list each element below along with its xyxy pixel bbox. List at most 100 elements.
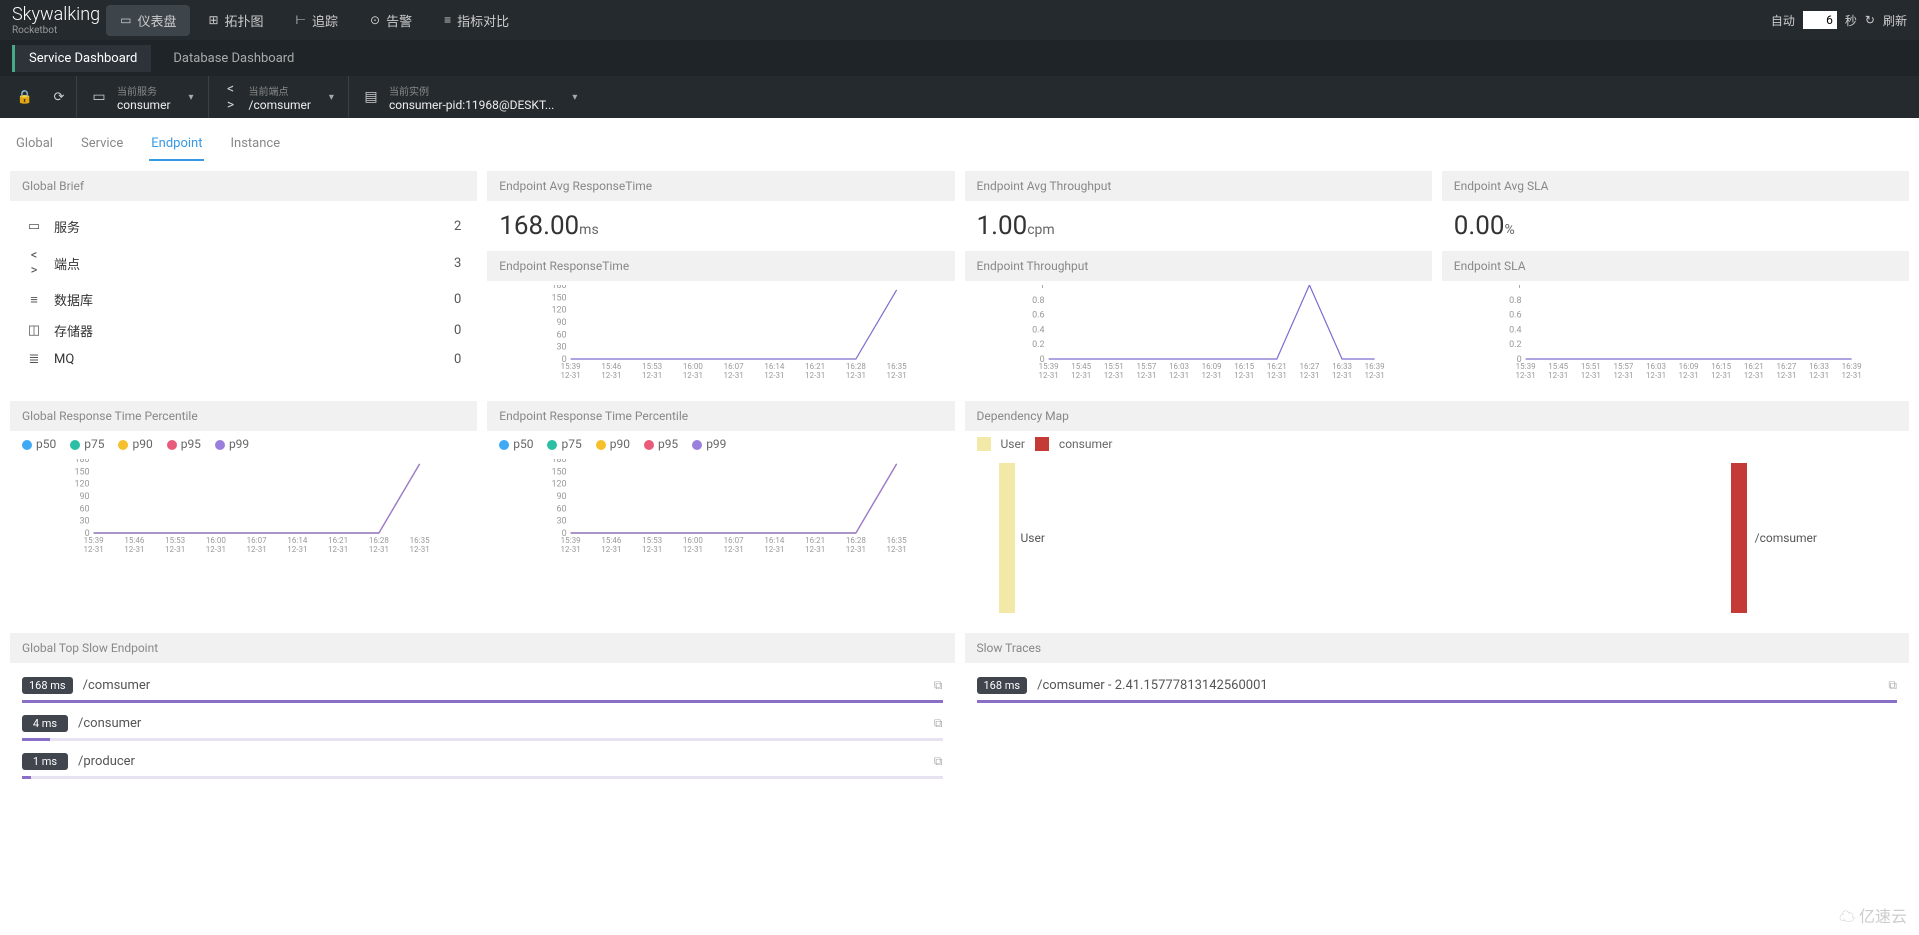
svg-text:12-31: 12-31 <box>1364 371 1384 380</box>
sync-icon[interactable]: ⟳ <box>42 76 76 118</box>
chart-endpoint-throughput: 00.20.40.60.8115:3912-3115:4512-3115:511… <box>973 285 1424 385</box>
svg-text:0.2: 0.2 <box>1509 340 1522 350</box>
nav-icon: ≡ <box>444 13 451 27</box>
svg-text:15:45: 15:45 <box>1071 362 1091 371</box>
svg-text:16:07: 16:07 <box>247 536 267 545</box>
svg-text:12-31: 12-31 <box>602 371 622 380</box>
scope-tab-endpoint[interactable]: Endpoint <box>149 128 204 161</box>
copy-icon[interactable]: ⧉ <box>934 716 943 731</box>
svg-text:12-31: 12-31 <box>328 545 348 554</box>
chevron-down-icon: ▾ <box>329 92 334 103</box>
nav-icon: ⊞ <box>208 13 218 27</box>
svg-text:30: 30 <box>557 517 567 527</box>
slow-row[interactable]: 4 ms /consumer ⧉ <box>22 711 943 741</box>
svg-text:15:46: 15:46 <box>602 536 622 545</box>
selector-bar: 🔒 ⟳ ▭ 当前服务 consumer ▾ < > 当前端点 /comsumer… <box>0 76 1919 118</box>
copy-icon[interactable]: ⧉ <box>934 754 943 769</box>
chart-endpoint-responsetime: 030609012015018015:3912-3115:4612-3115:5… <box>495 285 946 385</box>
scope-tab-global[interactable]: Global <box>14 128 55 161</box>
nav-2[interactable]: ⊢追踪 <box>282 5 352 36</box>
svg-text:0.4: 0.4 <box>1509 325 1522 335</box>
svg-text:16:00: 16:00 <box>683 362 703 371</box>
legend-item: p75 <box>70 437 104 451</box>
svg-text:12-31: 12-31 <box>602 545 622 554</box>
svg-text:15:46: 15:46 <box>602 362 622 371</box>
nav-0[interactable]: ▭仪表盘 <box>106 5 190 36</box>
topbar: Skywalking Rocketbot ▭仪表盘⊞拓扑图⊢追踪⊙告警≡指标对比… <box>0 0 1919 40</box>
auto-seconds-input[interactable] <box>1803 11 1837 29</box>
svg-text:15:53: 15:53 <box>642 362 662 371</box>
svg-text:15:45: 15:45 <box>1548 362 1568 371</box>
scope-tab-service[interactable]: Service <box>79 128 125 161</box>
svg-text:90: 90 <box>557 318 567 328</box>
swatch-user <box>977 437 991 451</box>
svg-text:30: 30 <box>557 343 567 353</box>
svg-text:16:15: 16:15 <box>1711 362 1731 371</box>
svg-text:16:07: 16:07 <box>724 536 744 545</box>
svg-text:1: 1 <box>1516 285 1521 291</box>
refresh-label[interactable]: 刷新 <box>1883 12 1907 29</box>
svg-text:16:03: 16:03 <box>1169 362 1189 371</box>
copy-icon[interactable]: ⧉ <box>1888 678 1897 693</box>
legend-item: p95 <box>167 437 201 451</box>
scope-tab-instance[interactable]: Instance <box>228 128 282 161</box>
svg-text:150: 150 <box>552 467 567 477</box>
instance-selector[interactable]: ▤ 当前实例 consumer-pid:11968@DESKT... ▾ <box>348 76 591 118</box>
svg-text:15:57: 15:57 <box>1136 362 1156 371</box>
svg-text:16:33: 16:33 <box>1332 362 1352 371</box>
svg-text:16:09: 16:09 <box>1201 362 1221 371</box>
lock-icon[interactable]: 🔒 <box>8 76 42 118</box>
svg-text:12-31: 12-31 <box>561 545 581 554</box>
tab-service-dashboard[interactable]: Service Dashboard <box>12 45 151 72</box>
svg-text:12-31: 12-31 <box>887 545 907 554</box>
svg-text:16:14: 16:14 <box>765 536 785 545</box>
main-nav: ▭仪表盘⊞拓扑图⊢追踪⊙告警≡指标对比 <box>106 5 523 36</box>
svg-text:12-31: 12-31 <box>1580 371 1600 380</box>
svg-text:150: 150 <box>552 293 567 303</box>
svg-text:15:53: 15:53 <box>642 536 662 545</box>
svg-text:16:28: 16:28 <box>846 536 866 545</box>
slow-row[interactable]: 168 ms /comsumer - 2.41.1577781314256000… <box>977 673 1898 703</box>
legend-item: p75 <box>547 437 581 451</box>
svg-text:16:35: 16:35 <box>410 536 430 545</box>
svg-text:16:03: 16:03 <box>1646 362 1666 371</box>
panel-slow-endpoint: Global Top Slow Endpoint 168 ms /comsume… <box>10 633 955 797</box>
svg-text:16:21: 16:21 <box>328 536 348 545</box>
legend-item: p90 <box>118 437 152 451</box>
brief-row: < >端点3 <box>22 242 465 284</box>
svg-text:15:51: 15:51 <box>1103 362 1123 371</box>
svg-text:12-31: 12-31 <box>1809 371 1829 380</box>
service-selector[interactable]: ▭ 当前服务 consumer ▾ <box>76 76 208 118</box>
svg-text:12-31: 12-31 <box>724 371 744 380</box>
dependency-map-canvas[interactable]: User /comsumer <box>977 463 1898 613</box>
svg-text:12-31: 12-31 <box>84 545 104 554</box>
latency-badge: 1 ms <box>22 753 68 770</box>
svg-text:60: 60 <box>80 504 90 514</box>
svg-text:12-31: 12-31 <box>846 371 866 380</box>
svg-text:12-31: 12-31 <box>683 371 703 380</box>
svg-text:0.2: 0.2 <box>1032 340 1045 350</box>
svg-text:12-31: 12-31 <box>1548 371 1568 380</box>
svg-text:0.8: 0.8 <box>1509 296 1522 306</box>
svg-text:16:27: 16:27 <box>1776 362 1796 371</box>
nav-icon: ⊢ <box>296 13 306 27</box>
endpoint-selector[interactable]: < > 当前端点 /comsumer ▾ <box>208 76 348 118</box>
tab-database-dashboard[interactable]: Database Dashboard <box>159 45 308 72</box>
svg-text:15:39: 15:39 <box>84 536 104 545</box>
brief-icon: ▭ <box>26 219 42 234</box>
code-icon: < > <box>223 81 239 113</box>
refresh-icon[interactable]: ↻ <box>1865 13 1875 27</box>
copy-icon[interactable]: ⧉ <box>934 678 943 693</box>
nav-3[interactable]: ⊙告警 <box>356 5 426 36</box>
svg-text:12-31: 12-31 <box>1201 371 1221 380</box>
svg-text:12-31: 12-31 <box>1776 371 1796 380</box>
nav-1[interactable]: ⊞拓扑图 <box>194 5 277 36</box>
slow-row[interactable]: 1 ms /producer ⧉ <box>22 749 943 779</box>
nav-4[interactable]: ≡指标对比 <box>430 5 523 36</box>
svg-text:12-31: 12-31 <box>1168 371 1188 380</box>
slow-row[interactable]: 168 ms /comsumer ⧉ <box>22 673 943 703</box>
dep-bar-consumer <box>1731 463 1747 613</box>
svg-text:180: 180 <box>74 459 89 465</box>
panel-dependency-map: Dependency Map User consumer User /comsu… <box>965 401 1910 623</box>
svg-text:1: 1 <box>1039 285 1044 291</box>
